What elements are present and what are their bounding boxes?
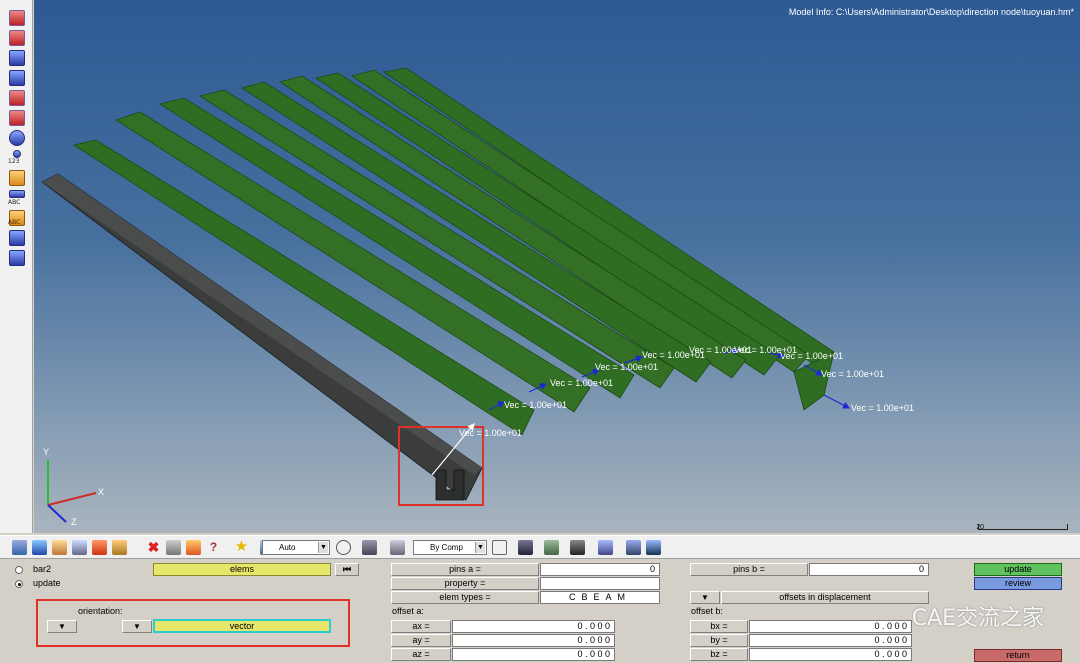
elem-types-field[interactable]: CBEAM bbox=[540, 591, 660, 604]
offset-a-label: offset a: bbox=[392, 606, 424, 616]
vec-label-8: Vec = 1.00e+01 bbox=[780, 351, 844, 361]
auto-select-value: Auto bbox=[279, 543, 296, 552]
star-icon[interactable]: ★ bbox=[234, 539, 249, 555]
solid-icon[interactable] bbox=[570, 540, 585, 555]
elem-types-button[interactable]: elem types = bbox=[391, 591, 539, 604]
assemblies-icon[interactable] bbox=[32, 540, 47, 555]
unmask-icon[interactable] bbox=[9, 90, 25, 106]
mask-icon[interactable] bbox=[9, 30, 25, 46]
isolate-icon[interactable] bbox=[9, 110, 25, 126]
watermark: CAE交流之家 bbox=[911, 606, 1044, 631]
chevron-down-icon: ▼ bbox=[318, 542, 328, 553]
radio-update-label: update bbox=[33, 578, 61, 588]
scale-bar bbox=[978, 524, 1068, 530]
bar-panel: bar2 update elems ⏮ orientation: ▼ ▼ vec… bbox=[0, 560, 1080, 663]
elements-icon[interactable] bbox=[518, 540, 533, 555]
components-icon[interactable] bbox=[12, 540, 27, 555]
wireframe-icon[interactable] bbox=[336, 540, 351, 555]
pins-a-button[interactable]: pins a = bbox=[391, 563, 539, 576]
property-field[interactable] bbox=[540, 577, 660, 590]
model-canvas bbox=[41, 67, 851, 523]
offsets-dropdown[interactable]: ▼ bbox=[690, 591, 720, 604]
vec-label-10: Vec = 1.00e+01 bbox=[851, 403, 915, 413]
shaded-icon[interactable] bbox=[362, 540, 377, 555]
properties-icon[interactable] bbox=[72, 540, 87, 555]
triad-z-label: Z bbox=[71, 517, 77, 527]
radio-update[interactable] bbox=[15, 580, 23, 588]
vec-label-4: Vec = 1.00e+01 bbox=[595, 362, 659, 372]
chevron-down-icon: ▼ bbox=[475, 542, 485, 553]
review-button[interactable]: review bbox=[974, 577, 1062, 590]
color-by-select[interactable]: By Comp ▼ bbox=[413, 540, 487, 555]
numbering-label: 123 bbox=[8, 158, 20, 165]
triad-y-label: Y bbox=[43, 447, 50, 457]
grid-icon[interactable] bbox=[626, 540, 641, 555]
ay-field[interactable]: 0 . 0 0 0 bbox=[452, 634, 615, 647]
cube-icon[interactable] bbox=[390, 540, 405, 555]
delete-icon[interactable]: ✖ bbox=[146, 540, 161, 555]
property-button[interactable]: property = bbox=[391, 577, 539, 590]
vec-label-9: Vec = 1.00e+01 bbox=[821, 369, 885, 379]
radio-bar2-label: bar2 bbox=[33, 564, 52, 574]
orientation-label: orientation: bbox=[78, 606, 123, 616]
pins-a-field[interactable]: 0 bbox=[540, 563, 660, 576]
update-button[interactable]: update bbox=[974, 563, 1062, 576]
bz-button[interactable]: bz = bbox=[690, 648, 748, 661]
ax-field[interactable]: 0 . 0 0 0 bbox=[452, 620, 615, 633]
plane-icon[interactable] bbox=[598, 540, 613, 555]
measure-icon[interactable] bbox=[9, 170, 25, 186]
az-button[interactable]: az = bbox=[391, 648, 451, 661]
sets-icon[interactable] bbox=[52, 540, 67, 555]
vector-button[interactable]: vector bbox=[153, 619, 331, 633]
clear-icon[interactable] bbox=[166, 540, 181, 555]
bycomp-value: By Comp bbox=[430, 543, 463, 552]
reset-icon[interactable]: ⏮ bbox=[335, 563, 359, 576]
monitor-icon[interactable] bbox=[646, 540, 661, 555]
return-button[interactable]: return bbox=[974, 649, 1062, 662]
bz-field[interactable]: 0 . 0 0 0 bbox=[749, 648, 912, 661]
bx-field[interactable]: 0 . 0 0 0 bbox=[749, 620, 912, 633]
ax-button[interactable]: ax = bbox=[391, 620, 451, 633]
left-toolbar: 123 ABC ABC bbox=[0, 0, 33, 533]
mesh-lines-icon[interactable] bbox=[492, 540, 507, 555]
pins-b-field[interactable]: 0 bbox=[809, 563, 929, 576]
vec-label-3: Vec = 1.00e+01 bbox=[550, 378, 614, 388]
offset-b-label: offset b: bbox=[691, 606, 723, 616]
orientation-dropdown-1[interactable]: ▼ bbox=[47, 620, 77, 633]
pins-b-button[interactable]: pins b = bbox=[690, 563, 808, 576]
by-button[interactable]: by = bbox=[690, 634, 748, 647]
offsets-button[interactable]: offsets in displacement bbox=[721, 591, 929, 604]
bx-button[interactable]: bx = bbox=[690, 620, 748, 633]
orientation-dropdown-2[interactable]: ▼ bbox=[122, 620, 152, 633]
model-info: Model Info: C:\Users\Administrator\Deskt… bbox=[788, 7, 1074, 17]
ay-button[interactable]: ay = bbox=[391, 634, 451, 647]
help-icon[interactable]: ? bbox=[206, 540, 221, 555]
graphics-toolbar: ✖ ? ★ Auto ▼ By Comp ▼ bbox=[0, 535, 1080, 559]
organize-icon[interactable] bbox=[186, 540, 201, 555]
display-icon[interactable] bbox=[9, 10, 25, 26]
auto-select[interactable]: Auto ▼ bbox=[262, 540, 330, 555]
by-field[interactable]: 0 . 0 0 0 bbox=[749, 634, 912, 647]
layers-icon[interactable] bbox=[544, 540, 559, 555]
vec-label-1: Vec = 1.00e+01 bbox=[459, 428, 523, 438]
az-field[interactable]: 0 . 0 0 0 bbox=[452, 648, 615, 661]
graphics-viewport[interactable]: Model Info: C:\Users\Administrator\Deskt… bbox=[34, 0, 1080, 533]
vec-label-2: Vec = 1.00e+01 bbox=[504, 400, 568, 410]
import-icon[interactable] bbox=[92, 540, 107, 555]
organize-icon[interactable] bbox=[9, 230, 25, 246]
triad-x-label: X bbox=[98, 487, 105, 497]
info-icon[interactable] bbox=[13, 150, 21, 158]
label-abc-1: ABC bbox=[8, 199, 21, 206]
find-icon[interactable] bbox=[9, 50, 25, 66]
table-icon[interactable] bbox=[9, 190, 25, 198]
export-icon[interactable] bbox=[112, 540, 127, 555]
binoculars-icon[interactable] bbox=[9, 130, 25, 146]
label-abc-2: ABC bbox=[8, 219, 21, 226]
reverse-icon[interactable] bbox=[9, 70, 25, 86]
plane-icon[interactable] bbox=[9, 250, 25, 266]
elems-button[interactable]: elems bbox=[153, 563, 331, 576]
radio-bar2[interactable] bbox=[15, 566, 23, 574]
